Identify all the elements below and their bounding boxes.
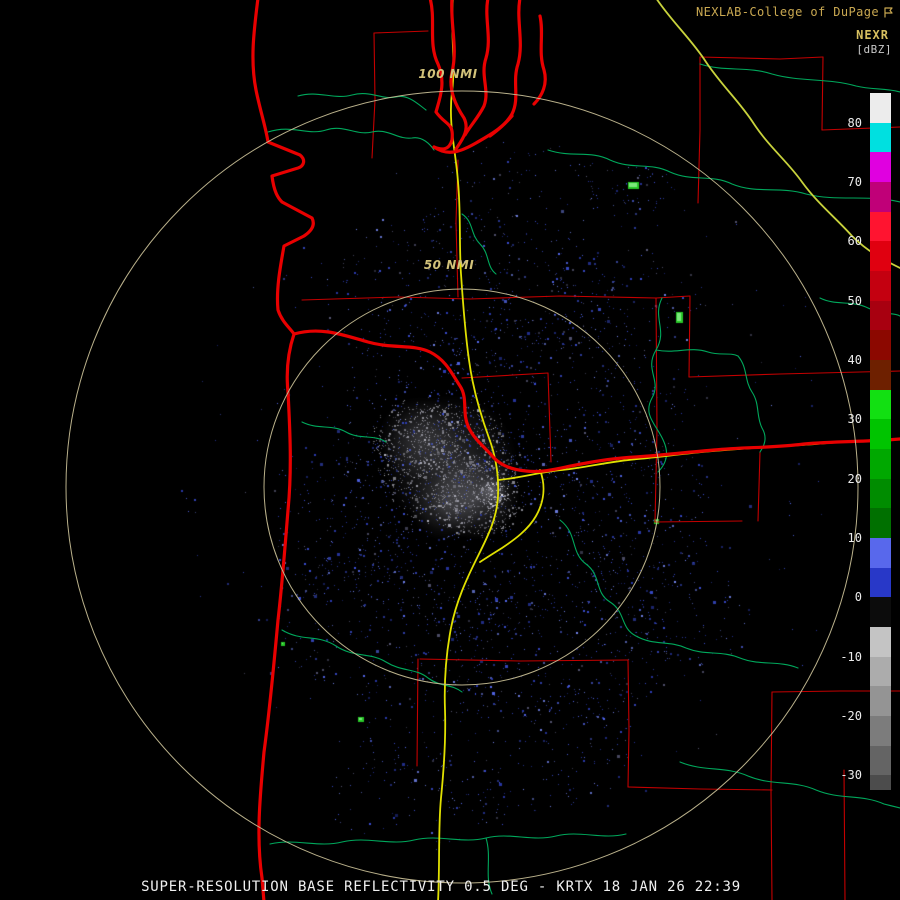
colorbar-segment — [870, 479, 891, 509]
colorbar-segment — [870, 627, 891, 657]
range-rings — [66, 91, 858, 883]
map-overlay: 100 NMI 50 NMI — [0, 0, 900, 900]
colorbar-segment — [870, 182, 891, 212]
colorbar-title: NEXR — [856, 28, 889, 42]
colorbar-segment — [870, 686, 891, 716]
colorbar-segment — [870, 301, 891, 331]
radar-viewer: 100 NMI 50 NMI NEXLAB-College of DuPage … — [0, 0, 900, 900]
colorbar-segment — [870, 538, 891, 568]
colorbar-units: [dBZ] — [856, 43, 892, 56]
colorbar-segment — [870, 716, 891, 746]
colorbar-segment — [870, 657, 891, 687]
brand-link[interactable]: NEXLAB-College of DuPage — [696, 5, 894, 19]
county-boundary-lines — [302, 31, 900, 900]
colorbar-segment — [870, 241, 891, 271]
colorbar-tick-label: 60 — [848, 235, 862, 247]
colorbar-tick-label: 0 — [855, 591, 862, 603]
radar-map[interactable]: 100 NMI 50 NMI — [0, 0, 900, 900]
colorbar-tick-label: -30 — [840, 769, 862, 781]
colorbar-segment — [870, 212, 891, 242]
colorbar-segment — [870, 746, 891, 776]
colorbar-segment — [870, 390, 891, 420]
colorbar-tick-label: 50 — [848, 295, 862, 307]
colorbar-tick-label: 70 — [848, 176, 862, 188]
colorbar-tick-label: 20 — [848, 473, 862, 485]
range-ring-label-50: 50 NMI — [424, 258, 474, 272]
colorbar-tick-label: 80 — [848, 117, 862, 129]
colorbar-segment — [870, 123, 891, 153]
brand-flag-icon — [883, 7, 894, 18]
colorbar-segment — [870, 152, 891, 182]
colorbar-segment — [870, 449, 891, 479]
product-caption: SUPER-RESOLUTION BASE REFLECTIVITY 0.5 D… — [0, 879, 882, 895]
colorbar-segment — [870, 508, 891, 538]
range-ring-100nmi — [66, 91, 858, 883]
brand-text: NEXLAB-College of DuPage — [696, 5, 879, 19]
colorbar — [870, 93, 891, 790]
colorbar-tick-label: 30 — [848, 413, 862, 425]
range-ring-50nmi — [264, 289, 660, 685]
colorbar-tick-label: -10 — [840, 651, 862, 663]
colorbar-segment — [870, 568, 891, 598]
colorbar-tick-label: -20 — [840, 710, 862, 722]
colorbar-segment — [870, 597, 891, 627]
highway-lines — [438, 0, 900, 900]
coastline-lines — [253, 0, 900, 900]
colorbar-segment — [870, 419, 891, 449]
colorbar-segment — [870, 360, 891, 390]
colorbar-segment — [870, 330, 891, 360]
river-lines — [268, 64, 900, 894]
colorbar-tick-label: 10 — [848, 532, 862, 544]
colorbar-tick-label: 40 — [848, 354, 862, 366]
colorbar-segment — [870, 775, 891, 790]
colorbar-segment — [870, 271, 891, 301]
colorbar-segment — [870, 93, 891, 123]
range-ring-label-100: 100 NMI — [418, 67, 477, 81]
